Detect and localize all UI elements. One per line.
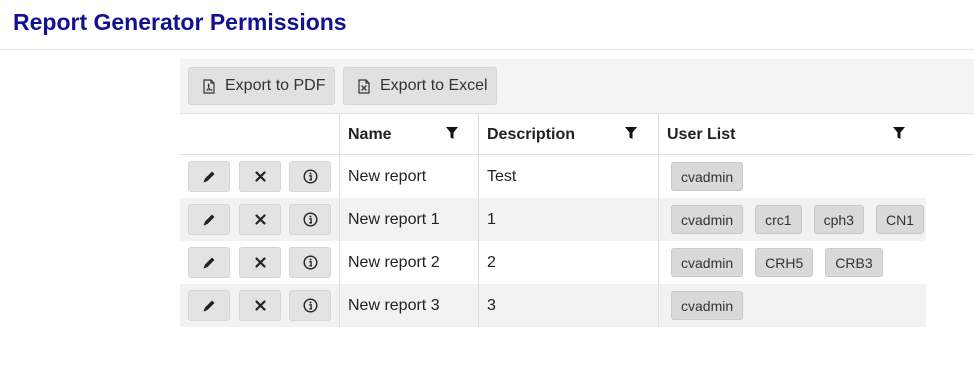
- table-row: New report 3 3 cvadmin: [180, 284, 974, 327]
- delete-button[interactable]: [239, 204, 281, 235]
- delete-button[interactable]: [239, 247, 281, 278]
- user-list: cvadmin CRH5 CRB3: [671, 241, 883, 284]
- toolbar: Export to PDF Export to Excel: [180, 59, 974, 114]
- excel-file-icon: [358, 78, 370, 94]
- edit-button[interactable]: [188, 204, 230, 235]
- user-tag[interactable]: cvadmin: [671, 162, 744, 191]
- page-title: Report Generator Permissions: [13, 9, 347, 35]
- user-list: cvadmin crc1 cph3 CN1: [671, 198, 924, 241]
- edit-button[interactable]: [188, 290, 230, 321]
- user-list: cvadmin: [671, 284, 744, 327]
- close-icon: [254, 257, 266, 268]
- close-icon: [254, 171, 266, 182]
- report-name: New report 2: [348, 253, 440, 271]
- table-row: New report 2 2 cvadmin CRH5 CRB3: [180, 241, 974, 284]
- pencil-icon: [203, 171, 215, 182]
- info-button[interactable]: [289, 290, 331, 321]
- column-header-name[interactable]: Name: [348, 114, 392, 155]
- user-tag[interactable]: CRB3: [825, 248, 883, 277]
- pencil-icon: [203, 257, 215, 268]
- export-excel-button[interactable]: Export to Excel: [343, 67, 497, 105]
- user-tag[interactable]: crc1: [755, 205, 802, 234]
- close-icon: [254, 214, 266, 225]
- report-description: 2: [487, 253, 496, 271]
- report-description: 1: [487, 210, 496, 228]
- page-header: Report Generator Permissions: [0, 0, 974, 50]
- report-name: New report: [348, 167, 427, 185]
- export-pdf-button[interactable]: Export to PDF: [188, 67, 335, 105]
- user-tag[interactable]: CN1: [875, 205, 924, 234]
- filter-icon[interactable]: [446, 127, 458, 140]
- pencil-icon: [203, 214, 215, 225]
- user-tag[interactable]: cvadmin: [671, 248, 744, 277]
- user-tag[interactable]: cvadmin: [671, 291, 744, 320]
- info-icon: [302, 298, 318, 313]
- export-excel-label: Export to Excel: [380, 77, 488, 94]
- pencil-icon: [203, 300, 215, 311]
- info-icon: [302, 255, 318, 270]
- info-icon: [302, 212, 318, 227]
- info-button[interactable]: [289, 247, 331, 278]
- user-tag[interactable]: CRH5: [755, 248, 814, 277]
- info-icon: [302, 169, 318, 184]
- grid-header: Name Description User List: [180, 114, 974, 155]
- column-header-description[interactable]: Description: [487, 114, 575, 155]
- table-row: New report 1 1 cvadmin crc1 cph3 CN1: [180, 198, 974, 241]
- edit-button[interactable]: [188, 247, 230, 278]
- delete-button[interactable]: [239, 161, 281, 192]
- info-button[interactable]: [289, 204, 331, 235]
- delete-button[interactable]: [239, 290, 281, 321]
- user-tag[interactable]: cph3: [813, 205, 864, 234]
- edit-button[interactable]: [188, 161, 230, 192]
- permissions-grid: Name Description User List New report Te…: [180, 114, 974, 327]
- info-button[interactable]: [289, 161, 331, 192]
- pdf-file-icon: [203, 78, 215, 94]
- report-name: New report 3: [348, 296, 440, 314]
- column-header-user-list[interactable]: User List: [667, 114, 735, 155]
- user-tag[interactable]: cvadmin: [671, 205, 744, 234]
- filter-icon[interactable]: [625, 127, 637, 140]
- report-description: Test: [487, 167, 517, 185]
- filter-icon[interactable]: [893, 127, 905, 140]
- close-icon: [254, 300, 266, 311]
- report-name: New report 1: [348, 210, 440, 228]
- report-description: 3: [487, 296, 496, 314]
- export-pdf-label: Export to PDF: [225, 77, 326, 94]
- table-row: New report Test cvadmin: [180, 155, 974, 198]
- user-list: cvadmin: [671, 155, 744, 198]
